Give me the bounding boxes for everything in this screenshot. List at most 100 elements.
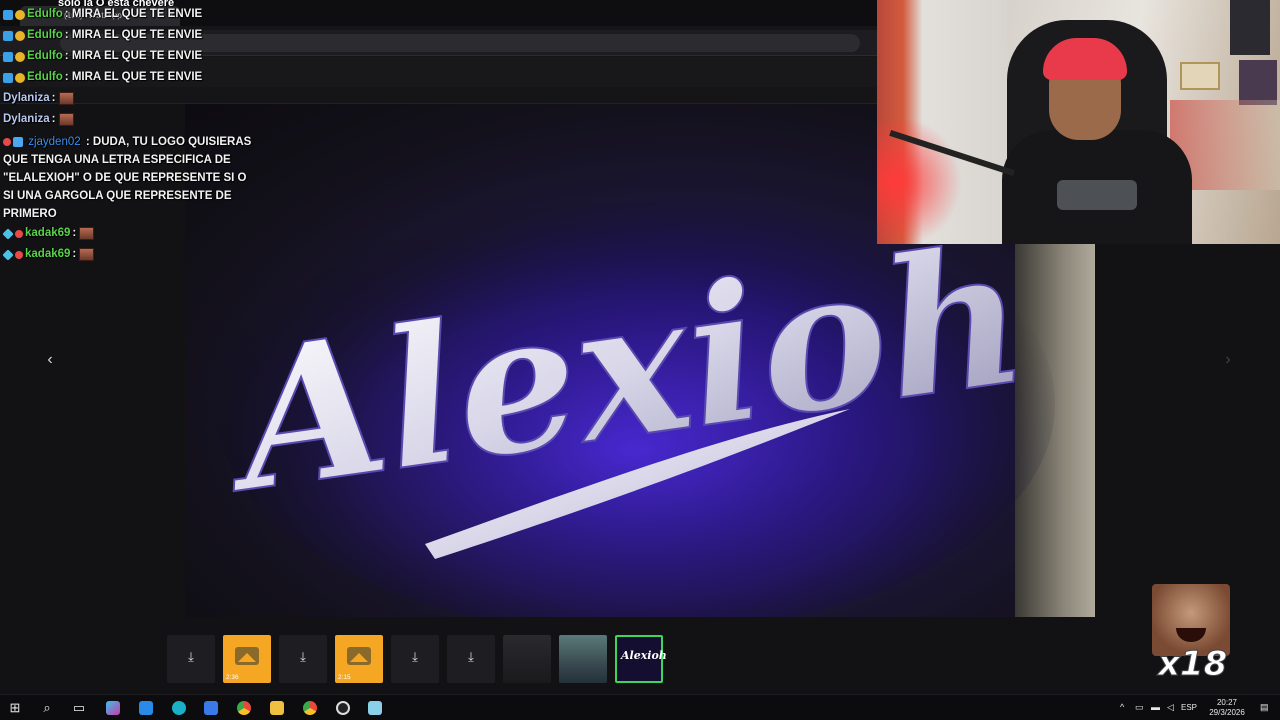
thumb-download[interactable]: ⤓ (447, 635, 495, 683)
tray-date: 29/3/2026 (1209, 708, 1245, 717)
webcam-poster (1230, 0, 1270, 55)
thumbnail-strip: ⤓ 2:36 ⤓ 2:15 ⤓ ⤓ Alexioh (0, 628, 1280, 690)
thumb-image[interactable]: 2:15 (335, 635, 383, 683)
edge-icon[interactable] (170, 699, 188, 717)
chat-line: Edulfo : MIRA EL QUE TE ENVIE (3, 25, 253, 46)
badge-icon (15, 9, 25, 20)
meme-label: x18 (1157, 644, 1228, 685)
windows-taskbar: ⊞ ⌕ ▭ ^ ▭ ▬ ◁ ESP 20:27 29/3/2026 ▤ (0, 694, 1280, 720)
tray-network-icon[interactable]: ▭ (1135, 702, 1144, 713)
badge-icon (15, 250, 23, 259)
thumb-duration: 2:36 (226, 674, 239, 681)
next-arrow-icon[interactable]: › (1218, 350, 1238, 370)
chat-sep: : (85, 136, 90, 148)
chat-sep: : (51, 91, 56, 104)
chat-line: kadak69 : (2, 244, 253, 265)
chat-text: DUDA, TU LOGO QUISIERAS QUE TENGA UNA LE… (3, 136, 252, 220)
badge-icon (2, 248, 14, 261)
chat-username: kadak69 (25, 226, 71, 239)
chrome-icon[interactable] (235, 699, 253, 717)
store-icon[interactable] (202, 699, 220, 717)
chat-sep: : (51, 112, 56, 125)
badge-icon (15, 30, 25, 41)
chat-line: Dylaniza : (3, 88, 253, 109)
mail-icon[interactable] (137, 699, 155, 717)
tray-battery-icon[interactable]: ▬ (1151, 702, 1160, 712)
obs-icon[interactable] (334, 699, 352, 717)
webcam-feed (877, 0, 1280, 244)
download-icon: ⤓ (412, 649, 418, 664)
thumb-logo-text: Alexioh (621, 649, 667, 662)
tray-clock[interactable]: 20:27 29/3/2026 (1202, 698, 1252, 718)
chat-sep: : (64, 28, 69, 41)
thumb-dark-image[interactable] (503, 635, 551, 683)
webcam-red-light (877, 120, 967, 244)
emote-icon (79, 248, 95, 261)
thumb-active-logo[interactable]: Alexioh (615, 635, 667, 683)
badge-icon (15, 229, 23, 238)
chat-partial-top: solo la O esta chevere (58, 0, 175, 9)
chat-text: MIRA EL QUE TE ENVIE (71, 28, 203, 41)
badge-icon (3, 137, 11, 146)
chat-username: kadak69 (25, 247, 71, 260)
badge-icon (3, 9, 13, 20)
tray-language[interactable]: ESP (1181, 703, 1197, 712)
badge-icon (15, 72, 25, 83)
copilot-icon[interactable] (104, 699, 122, 717)
download-icon: ⤓ (468, 649, 474, 664)
chat-line: kadak69 : (2, 223, 253, 244)
image-icon (235, 647, 259, 665)
notification-icon[interactable]: ▤ (1260, 702, 1269, 713)
thumb-image[interactable]: 2:36 (223, 635, 271, 683)
chat-text: MIRA EL QUE TE ENVIE (71, 49, 203, 62)
emote-icon (79, 227, 95, 240)
chat-username: Edulfo (27, 28, 63, 41)
tray-volume-icon[interactable]: ◁ (1167, 702, 1174, 713)
explorer-icon[interactable] (268, 699, 286, 717)
chat-line: Edulfo : MIRA EL QUE TE ENVIE (3, 46, 253, 67)
badge-icon (13, 136, 23, 147)
chat-username: Dylaniza (3, 112, 50, 125)
chat-username: Edulfo (27, 49, 63, 62)
chat-line: Edulfo : MIRA EL QUE TE ENVIE (3, 67, 253, 88)
task-view-icon[interactable]: ▭ (70, 699, 88, 717)
chat-username: zjayden02 (28, 136, 81, 148)
chat-line: Dylaniza : (3, 109, 253, 130)
thumb-scene-image[interactable] (559, 635, 607, 683)
webcam-shirt-print (1057, 180, 1137, 210)
download-icon: ⤓ (188, 649, 194, 664)
chat-sep: : (72, 226, 77, 239)
app-icon[interactable] (366, 699, 384, 717)
chat-sep: : (64, 49, 69, 62)
chat-text: MIRA EL QUE TE ENVIE (71, 70, 203, 83)
badge-icon (3, 51, 13, 62)
badge-icon (15, 51, 25, 62)
thumb-duration: 2:15 (338, 674, 351, 681)
webcam-poster (1180, 62, 1220, 90)
emote-icon (58, 113, 74, 126)
search-icon[interactable]: ⌕ (38, 699, 56, 717)
emote-icon (58, 92, 74, 105)
chat-sep: : (72, 247, 77, 260)
badge-icon (3, 72, 13, 83)
webcam-poster (1239, 60, 1277, 105)
meme-overlay: x18 (1152, 584, 1230, 685)
tray-chevron-icon[interactable]: ^ (1120, 702, 1124, 712)
windows-icon[interactable]: ⊞ (6, 699, 24, 717)
thumb-download[interactable]: ⤓ (279, 635, 327, 683)
chat-line: zjayden02 : DUDA, TU LOGO QUISIERAS QUE … (3, 130, 253, 223)
thumb-download[interactable]: ⤓ (167, 635, 215, 683)
chrome-icon[interactable] (301, 699, 319, 717)
badge-icon (2, 227, 14, 240)
chat-overlay: Edulfo : MIRA EL QUE TE ENVIE Edulfo : M… (2, 0, 253, 265)
badge-icon (3, 30, 13, 41)
chat-sep: : (64, 70, 69, 83)
tray-time: 20:27 (1216, 698, 1238, 707)
chat-username: Dylaniza (3, 91, 50, 104)
chat-username: Edulfo (27, 70, 63, 83)
image-icon (347, 647, 371, 665)
prev-arrow-icon[interactable]: ‹ (40, 350, 60, 370)
thumb-download[interactable]: ⤓ (391, 635, 439, 683)
stream-screen: (160) WhatsApp × Alexioh ‹ › Edulfo: MI… (0, 0, 1280, 720)
download-icon: ⤓ (300, 649, 306, 664)
